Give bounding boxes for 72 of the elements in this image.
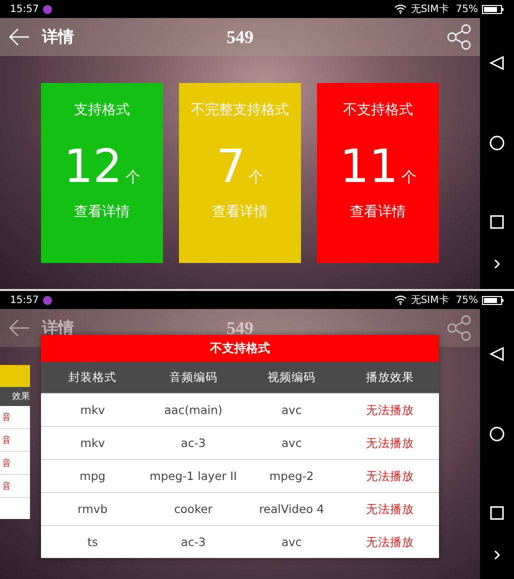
recents-icon[interactable] — [490, 215, 504, 229]
table-cell-text: rmvb — [76, 501, 108, 518]
table-cell-text: avc — [280, 402, 303, 419]
table-cell-text: ts — [86, 534, 99, 551]
sim-status: 无SIM卡 — [410, 294, 449, 307]
table-cell-text: 音 — [2, 480, 11, 492]
chevron-right-icon[interactable] — [493, 550, 501, 560]
clock: 15:57 — [10, 4, 39, 14]
back-icon[interactable] — [489, 55, 505, 71]
page-title: 详情 — [42, 26, 74, 48]
details-link[interactable]: 查看详情 — [350, 203, 406, 221]
wifi-icon — [394, 295, 407, 305]
column-header: 播放效果 — [364, 369, 415, 386]
sim-status: 无SIM卡 — [410, 2, 449, 16]
table-cell-text: 无法播放 — [364, 402, 415, 418]
table-cell-text: mpg — [78, 468, 106, 485]
table-cell-text: ac-3 — [180, 534, 207, 551]
card-title: 不支持格式 — [343, 101, 413, 119]
table-cell-text: realVideo 4 — [258, 501, 326, 518]
count-unit: 个 — [248, 168, 264, 187]
table-cell-text: 音 — [2, 412, 11, 424]
table-cell-text: 无法播放 — [364, 534, 415, 550]
back-arrow-icon[interactable] — [8, 318, 30, 338]
details-link[interactable]: 查看详情 — [74, 203, 130, 221]
count-unit: 个 — [125, 168, 140, 187]
table-cell-text: mkv — [79, 435, 106, 452]
back-arrow-icon[interactable] — [8, 27, 30, 47]
share-icon[interactable] — [446, 24, 472, 50]
dialog-title: 不支持格式 — [41, 335, 439, 362]
format-count: 12 — [64, 141, 122, 191]
back-icon[interactable] — [489, 346, 505, 362]
battery-percent: 75% — [456, 294, 478, 306]
table-cell-text: avc — [280, 435, 303, 452]
format-card[interactable]: 不支持格式 11 个 查看详情 — [317, 83, 439, 263]
table-cell-text: ac-3 — [180, 435, 207, 452]
column-header: 音频编码 — [168, 369, 218, 386]
clock: 15:57 — [10, 294, 39, 306]
table-cell-text: 无法播放 — [364, 500, 415, 518]
column-header: 效果 — [12, 391, 30, 403]
format-card[interactable]: 支持格式 12 个 查看详情 — [41, 83, 163, 263]
battery-icon — [482, 296, 504, 304]
format-card[interactable]: 不完整支持格式 7 个 查看详情 — [179, 83, 301, 263]
table-cell-text: 音 — [2, 434, 11, 446]
table-cell-text: 音 — [2, 458, 11, 470]
table-cell-text: 无法播放 — [364, 434, 415, 452]
column-header: 封装格式 — [68, 369, 118, 386]
card-title: 支持格式 — [74, 101, 130, 119]
home-icon[interactable] — [489, 135, 505, 151]
table-cell-text: mpeg-2 — [268, 468, 315, 485]
format-count: 11 — [340, 141, 398, 191]
wifi-icon — [394, 4, 407, 14]
chevron-right-icon[interactable] — [493, 259, 501, 269]
battery-percent: 75% — [456, 4, 478, 14]
table-cell-text: aac(main) — [163, 402, 224, 419]
count-unit: 个 — [401, 168, 416, 187]
column-header: 视频编码 — [266, 369, 317, 386]
home-icon[interactable] — [489, 426, 505, 442]
format-count: 7 — [216, 141, 246, 191]
details-link[interactable]: 查看详情 — [212, 203, 268, 221]
table-cell-text: 无法播放 — [364, 468, 415, 484]
card-title: 不完整支持格式 — [191, 101, 289, 119]
share-icon[interactable] — [446, 315, 472, 341]
item-count: 549 — [226, 26, 254, 48]
panel-title-bar — [0, 365, 30, 387]
notification-icon — [42, 4, 52, 14]
notification-icon — [42, 296, 52, 304]
recents-icon[interactable] — [490, 506, 504, 520]
table-cell-text: mpeg-1 layer II — [148, 468, 238, 485]
table-cell-text: avc — [280, 534, 303, 551]
battery-icon — [482, 4, 504, 14]
table-cell-text: mkv — [79, 402, 106, 419]
table-cell-text: cooker — [173, 501, 214, 518]
